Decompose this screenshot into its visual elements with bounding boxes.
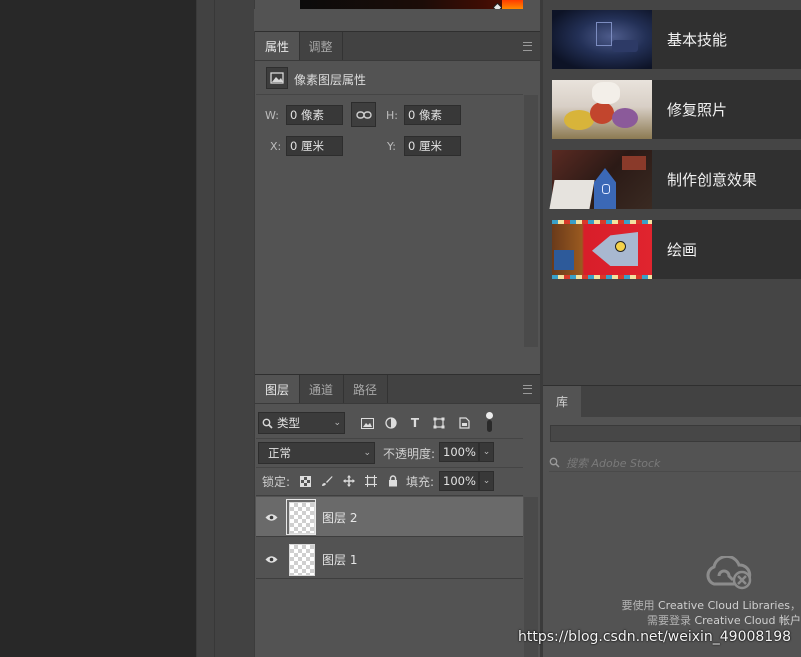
creative-cloud-disconnected-icon — [702, 554, 754, 590]
search-placeholder: 搜索 Adobe Stock — [566, 456, 661, 470]
tutorial-title: 基本技能 — [667, 31, 728, 49]
panel-menu-icon[interactable] — [523, 42, 532, 51]
hue-slider[interactable] — [502, 0, 523, 9]
panel-menu-icon[interactable] — [523, 385, 532, 394]
pixel-layer-filter-icon[interactable] — [360, 416, 374, 430]
layer-thumbnail — [289, 502, 315, 534]
layer-thumb-frame — [286, 499, 316, 535]
layer-filter-select[interactable]: 类型 ⌄ — [258, 412, 345, 434]
lock-image-pixels-brush-icon[interactable] — [320, 474, 334, 488]
stock-search-input[interactable]: 搜索 Adobe Stock — [549, 454, 801, 472]
height-field[interactable]: 0 像素 — [404, 105, 461, 125]
properties-scrollbar[interactable] — [524, 95, 538, 347]
chevron-down-icon: ⌄ — [333, 418, 341, 428]
h-label: H: — [386, 108, 398, 122]
x-label: X: — [270, 139, 282, 153]
tutorial-title: 绘画 — [667, 241, 698, 259]
tutorial-thumbnail-pencil — [549, 150, 652, 209]
document-canvas-area[interactable] — [0, 0, 196, 657]
tutorial-thumbnail-fish — [552, 220, 652, 279]
opacity-dropdown-button[interactable]: ⌄ — [479, 442, 494, 462]
lock-transparent-pixels-icon[interactable] — [298, 474, 312, 488]
color-panel-footer — [254, 9, 540, 31]
tutorial-thumbnail-dark-room — [552, 10, 652, 69]
divider — [256, 438, 523, 439]
blend-mode-select[interactable]: 正常 ⌄ — [258, 442, 375, 464]
chevron-down-icon: ⌄ — [363, 448, 371, 458]
blend-mode-value: 正常 — [268, 446, 291, 460]
w-label: W: — [265, 108, 279, 122]
fill-dropdown-button[interactable]: ⌄ — [479, 471, 494, 491]
tutorial-title: 修复照片 — [667, 101, 728, 119]
lock-position-move-icon[interactable] — [342, 474, 356, 488]
layer-thumbnail — [289, 544, 315, 576]
cc-line1-suffix: ， — [790, 599, 801, 612]
tutorial-thumbnail-flowers — [552, 80, 652, 139]
divider — [256, 467, 523, 468]
adjustment-filter-icon[interactable] — [384, 416, 398, 430]
lock-artboard-icon[interactable] — [364, 474, 378, 488]
x-field[interactable]: 0 厘米 — [286, 136, 343, 156]
smart-object-filter-icon[interactable] — [457, 416, 471, 430]
eye-visibility-icon[interactable] — [264, 510, 278, 524]
opacity-label: 不透明度: — [383, 446, 436, 461]
y-field[interactable]: 0 厘米 — [404, 136, 461, 156]
properties-tabbar: 属性 调整 — [255, 31, 540, 61]
tab-paths[interactable]: 路径 — [343, 375, 388, 403]
opacity-field[interactable]: 100% — [439, 442, 479, 462]
type-filter-icon[interactable]: T — [408, 416, 422, 430]
tab-layers[interactable]: 图层 — [255, 375, 300, 403]
tutorial-card[interactable]: 制作创意效果 — [549, 150, 801, 209]
tutorial-card[interactable]: 基本技能 — [552, 10, 801, 69]
cc-line2-brand-link[interactable]: Creative Cloud 帐户 — [694, 614, 801, 627]
shape-filter-icon[interactable] — [432, 416, 446, 430]
layer-row[interactable]: 图层 1 — [256, 539, 523, 579]
fill-field[interactable]: 100% — [439, 471, 479, 491]
divider — [256, 94, 523, 95]
watermark-url: https://blog.csdn.net/weixin_49008198 — [518, 629, 792, 645]
lock-all-padlock-icon[interactable] — [386, 474, 400, 488]
panel-dock-gutter — [196, 0, 254, 657]
library-tabbar: 库 — [543, 385, 801, 417]
lock-label: 锁定: — [262, 474, 291, 489]
search-icon — [549, 457, 560, 468]
tab-channels[interactable]: 通道 — [299, 375, 344, 403]
tutorial-title: 制作创意效果 — [667, 171, 758, 189]
tab-adjustments[interactable]: 调整 — [299, 32, 343, 60]
color-gradient-field[interactable] — [300, 0, 522, 9]
cc-message-line1: 要使用 Creative Cloud Libraries， — [612, 597, 801, 613]
y-label: Y: — [387, 139, 396, 153]
cc-line1-prefix: 要使用 — [621, 599, 658, 612]
library-select[interactable] — [550, 425, 801, 442]
cc-line1-brand-link[interactable]: Creative Cloud Libraries — [658, 599, 790, 612]
layer-row[interactable]: 图层 2 — [256, 497, 523, 537]
tutorial-card[interactable]: 绘画 — [552, 220, 801, 279]
cc-line2-prefix: 需要登录 — [646, 614, 695, 627]
filter-value: 类型 — [277, 416, 300, 430]
filter-toggle[interactable] — [485, 412, 493, 432]
width-field[interactable]: 0 像素 — [286, 105, 343, 125]
layer-name: 图层 2 — [322, 511, 358, 525]
tab-properties[interactable]: 属性 — [255, 32, 300, 60]
properties-title: 像素图层属性 — [294, 72, 367, 87]
chain-link-icon[interactable] — [351, 102, 376, 127]
divider — [256, 495, 523, 496]
layers-tabbar: 图层 通道 路径 — [255, 374, 540, 404]
fill-label: 填充: — [406, 474, 435, 489]
tab-library[interactable]: 库 — [543, 386, 581, 417]
cc-message-line2: 需要登录 Creative Cloud 帐户 — [612, 612, 801, 628]
search-icon — [262, 418, 273, 429]
layer-name: 图层 1 — [322, 553, 358, 567]
image-layer-icon — [266, 67, 288, 89]
tutorial-card[interactable]: 修复照片 — [552, 80, 801, 139]
eye-visibility-icon[interactable] — [264, 552, 278, 566]
dock-divider — [214, 0, 215, 657]
